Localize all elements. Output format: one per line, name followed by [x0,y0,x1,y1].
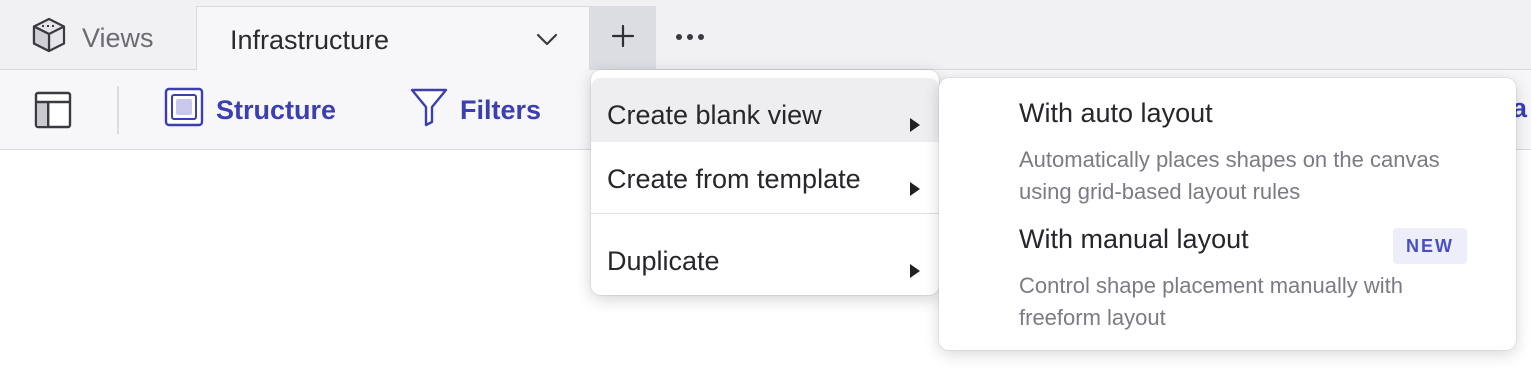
submenu-item-description: Control shape placement manually with fr… [1019,273,1403,330]
submenu-item-auto-layout[interactable]: With auto layout Automatically places sh… [939,78,1516,206]
menu-item-label: Create from template [607,164,861,194]
structure-button[interactable]: Structure [164,87,337,130]
menu-separator [591,213,939,214]
plus-icon [610,23,636,54]
tab-views-label: Views [82,22,154,53]
menu-item-create-blank-view[interactable]: Create blank view [591,78,939,142]
menu-item-create-from-template[interactable]: Create from template [591,142,939,206]
cube-icon [30,16,68,61]
filters-label: Filters [460,94,542,125]
add-view-button[interactable] [590,6,656,70]
filters-button[interactable]: Filters [410,88,542,130]
submenu-arrow-icon [909,172,921,203]
chevron-down-icon[interactable] [535,31,559,52]
submenu-item-title: With auto layout [1019,98,1213,128]
create-blank-view-submenu: With auto layout Automatically places sh… [939,78,1516,350]
submenu-item-description: Automatically places shapes on the canva… [1019,147,1440,204]
submenu-item-manual-layout[interactable]: With manual layout NEW Control shape pla… [939,214,1516,342]
submenu-arrow-icon [909,108,921,139]
new-badge: NEW [1393,228,1467,264]
tab-views[interactable]: Views [30,16,154,60]
menu-item-label: Duplicate [607,246,720,276]
submenu-item-title: With manual layout [1019,224,1249,254]
toolbar-divider [117,86,119,134]
ellipsis-icon [675,28,705,46]
menu-item-label: Create blank view [607,100,822,130]
filter-icon [410,87,448,134]
submenu-arrow-icon [909,254,921,285]
structure-icon [164,87,204,134]
tab-infrastructure[interactable]: Infrastructure [196,6,590,71]
sidebar-toggle-icon[interactable] [34,91,72,134]
more-options-button[interactable] [668,20,712,54]
menu-item-duplicate[interactable]: Duplicate [591,224,939,288]
tab-infrastructure-label: Infrastructure [230,25,390,55]
structure-label: Structure [216,94,337,125]
add-view-menu: Create blank view Create from template D… [591,70,939,295]
tab-bar: Views Infrastructure [0,0,1531,71]
